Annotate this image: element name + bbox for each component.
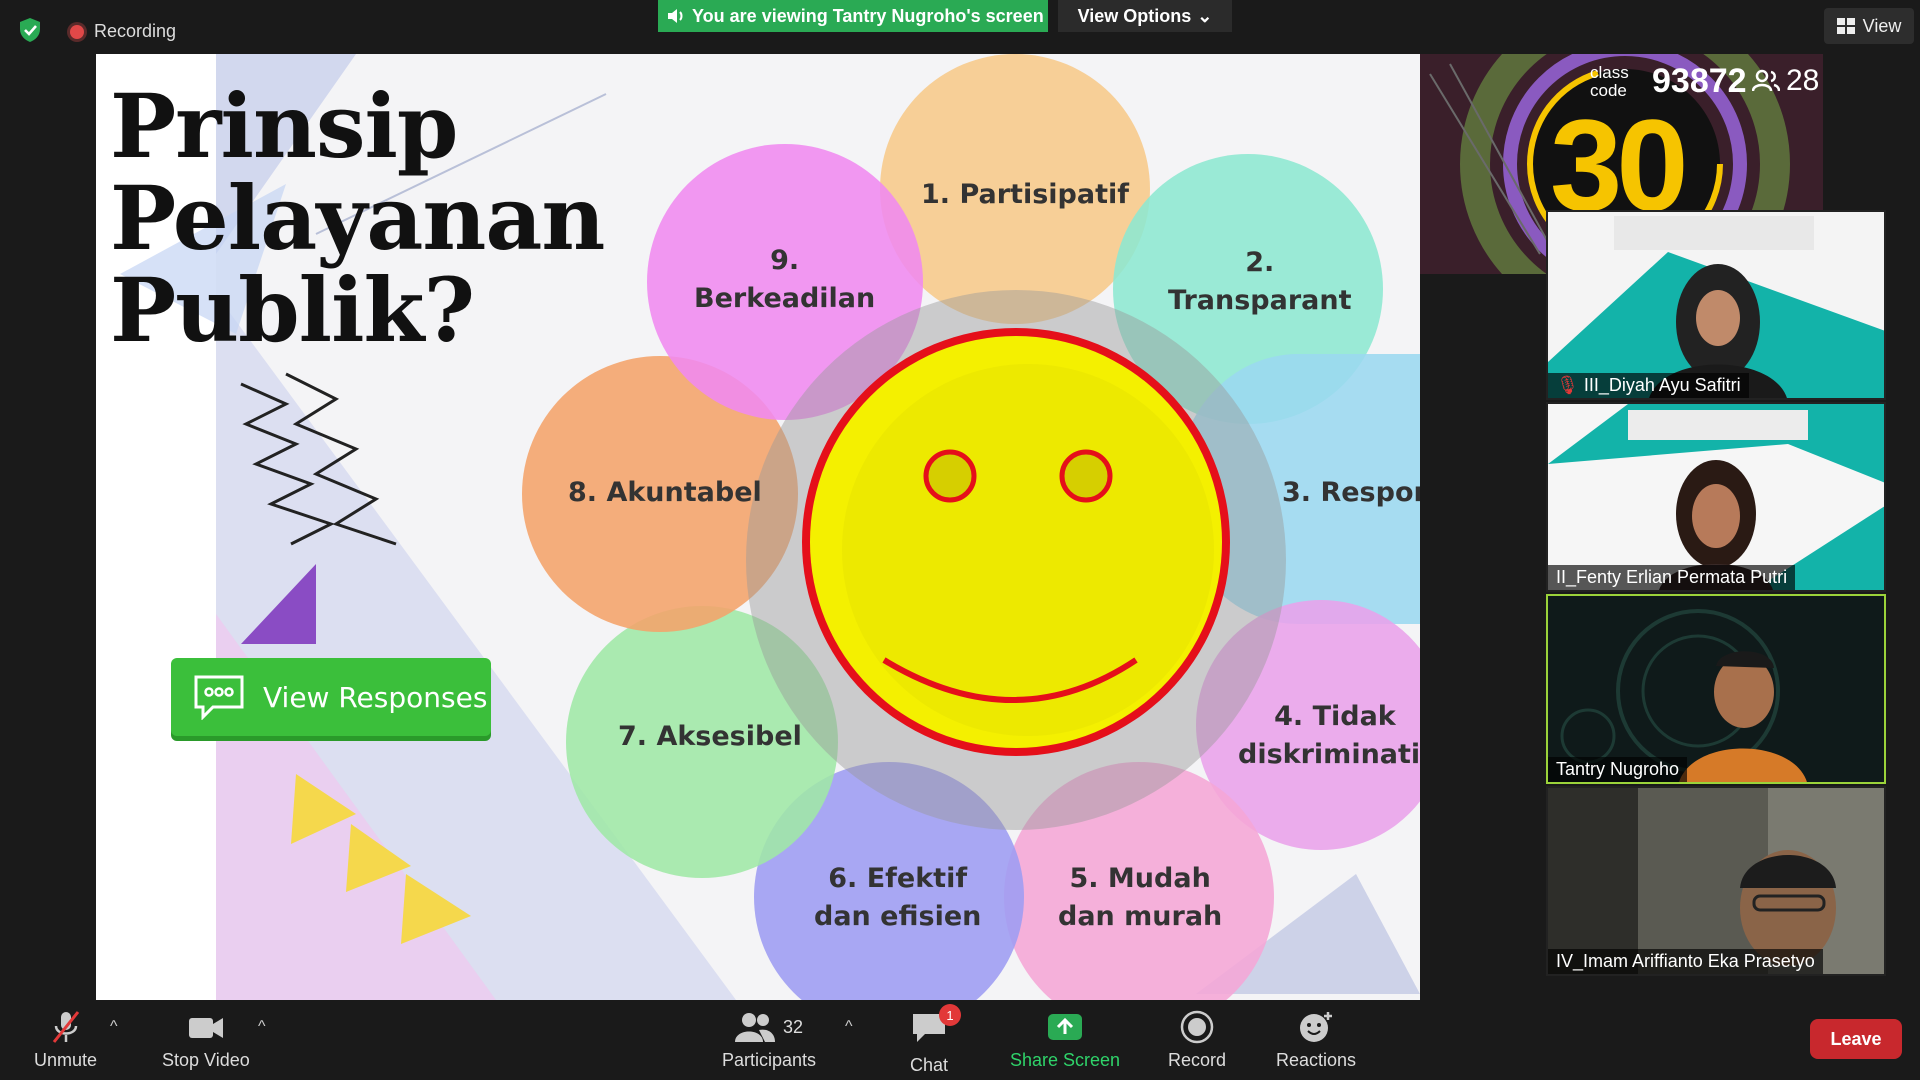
grid-view-icon [1836, 18, 1855, 34]
participant-video-tile[interactable]: 🎙 III_Diyah Ayu Safitri [1546, 210, 1886, 400]
video-feed [1548, 596, 1884, 782]
title-line: Prinsip [110, 74, 458, 178]
people-icon [1752, 69, 1780, 92]
video-feed [1548, 404, 1884, 590]
shared-screen-slide: Prinsip Pelayanan Publik? 1. Partisipati… [96, 54, 1420, 1000]
view-options-button[interactable]: View Options ⌄ [1058, 0, 1232, 32]
participants-icon [735, 1013, 775, 1042]
view-label: View [1862, 15, 1902, 36]
speaker-icon [668, 9, 683, 23]
principle-label: 5. Mudah dan murah [1058, 863, 1223, 932]
principle-label: 7. Aksesibel [618, 721, 802, 752]
participant-name-label: Tantry Nugroho [1548, 757, 1688, 782]
chat-bubble-icon [194, 675, 244, 720]
video-options-chevron-icon[interactable]: ^ [258, 1018, 266, 1036]
video-feed [1548, 788, 1884, 974]
video-camera-icon [188, 1018, 223, 1038]
leave-meeting-button[interactable]: Leave [1810, 1019, 1902, 1059]
participant-name-label: 🎙 III_Diyah Ayu Safitri [1548, 373, 1749, 398]
participant-video-tile[interactable]: IV_Imam Ariffianto Eka Prasetyo [1546, 786, 1886, 976]
recording-indicator[interactable]: Recording [70, 21, 176, 42]
principle-label: 1. Partisipatif [921, 179, 1129, 210]
share-screen-label: Share Screen [1010, 1050, 1121, 1070]
smiley-reaction-icon [1300, 1012, 1333, 1042]
stop-video-label: Stop Video [162, 1050, 250, 1070]
active-speaker-video-tile[interactable]: Tantry Nugroho [1546, 594, 1886, 784]
principle-label: 4. Tidak diskriminatif [1238, 701, 1420, 770]
recording-dot-icon [70, 24, 84, 39]
slide-title: Prinsip Pelayanan Publik? [110, 74, 605, 362]
reactions-button[interactable]: Reactions [1276, 1010, 1356, 1071]
principle-label: 2. Transparant [1168, 247, 1352, 316]
muted-mic-icon: 🎙 [1556, 375, 1579, 395]
audio-options-chevron-icon[interactable]: ^ [110, 1018, 118, 1036]
muted-microphone-icon [52, 1011, 79, 1043]
view-responses-label: View Responses [263, 680, 488, 714]
chat-button[interactable]: 1 Chat [910, 1004, 962, 1076]
viewing-screen-banner: You are viewing Tantry Nugroho's screen [658, 0, 1048, 32]
chat-unread-badge: 1 [939, 1004, 962, 1026]
chevron-down-icon: ⌄ [1197, 5, 1213, 26]
viewing-banner-text: You are viewing Tantry Nugroho's screen [692, 5, 1044, 26]
security-shield-icon[interactable] [16, 16, 44, 44]
video-feed [1548, 212, 1884, 398]
view-layout-button[interactable]: View [1824, 8, 1914, 44]
record-button[interactable]: Record [1168, 1010, 1226, 1071]
record-label: Record [1168, 1050, 1227, 1070]
principle-label: 3. Responsif [1282, 477, 1420, 508]
record-icon [1180, 1010, 1214, 1044]
principle-label: 8. Akuntabel [568, 477, 762, 508]
participant-name-label: II_Fenty Erlian Permata Putri [1548, 565, 1796, 590]
view-options-label: View Options [1077, 5, 1192, 26]
quiz-participant-count: 28 [1752, 64, 1819, 98]
chat-label: Chat [910, 1055, 949, 1075]
participants-label: Participants [722, 1050, 817, 1070]
title-line: Publik? [110, 258, 475, 362]
participants-button[interactable]: 32 Participants [722, 1010, 816, 1071]
participant-name-label: IV_Imam Ariffianto Eka Prasetyo [1548, 949, 1823, 974]
unmute-label: Unmute [34, 1050, 98, 1070]
meeting-top-bar: Recording You are viewing Tantry Nugroho… [0, 0, 1920, 54]
principle-label: 6. Efektif dan efisien [814, 863, 982, 932]
principle-label: 9. Berkeadilan [694, 245, 876, 314]
smiley-face-icon [746, 290, 1286, 830]
share-screen-button[interactable]: Share Screen [1010, 1010, 1120, 1071]
meeting-controls-toolbar: Unmute ^ Stop Video ^ 32 Participants ^ … [0, 1000, 1920, 1080]
view-responses-button[interactable]: View Responses [171, 658, 491, 736]
stop-video-button[interactable]: Stop Video [162, 1010, 250, 1071]
participant-video-tile[interactable]: II_Fenty Erlian Permata Putri [1546, 402, 1886, 592]
reactions-label: Reactions [1276, 1050, 1357, 1070]
share-screen-icon [1048, 1014, 1083, 1040]
recording-label: Recording [94, 21, 177, 41]
participants-count: 32 [783, 1016, 804, 1037]
participants-options-chevron-icon[interactable]: ^ [845, 1018, 853, 1036]
unmute-button[interactable]: Unmute [34, 1010, 97, 1071]
title-line: Pelayanan [110, 166, 605, 270]
